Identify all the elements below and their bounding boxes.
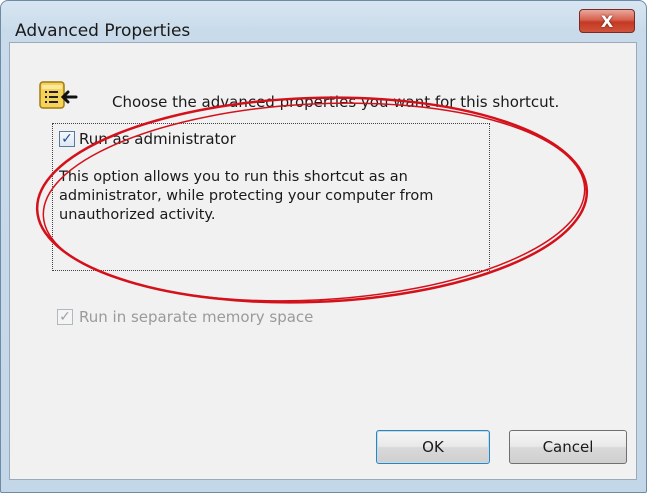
check-mark-icon: ✓ — [59, 309, 71, 325]
ok-button[interactable]: OK — [376, 430, 490, 464]
close-button[interactable]: X — [579, 9, 635, 33]
separate-memory-label: Run in separate memory space — [79, 308, 314, 326]
run-as-administrator-checkbox[interactable]: ✓ — [59, 131, 75, 147]
title-bar[interactable]: Advanced Properties X — [1, 1, 646, 41]
cancel-button[interactable]: Cancel — [509, 430, 627, 464]
run-as-administrator-label[interactable]: Run as administrator — [79, 130, 236, 148]
check-mark-icon: ✓ — [61, 131, 73, 147]
shortcut-properties-icon — [39, 81, 78, 109]
run-as-administrator-group[interactable]: ✓ Run as administrator This option allow… — [52, 123, 490, 271]
window-title: Advanced Properties — [15, 21, 191, 41]
close-icon: X — [600, 11, 614, 31]
separate-memory-checkbox: ✓ — [57, 309, 73, 325]
run-as-administrator-description: This option allows you to run this short… — [59, 169, 434, 223]
intro-text: Choose the advanced properties you want … — [112, 93, 560, 111]
